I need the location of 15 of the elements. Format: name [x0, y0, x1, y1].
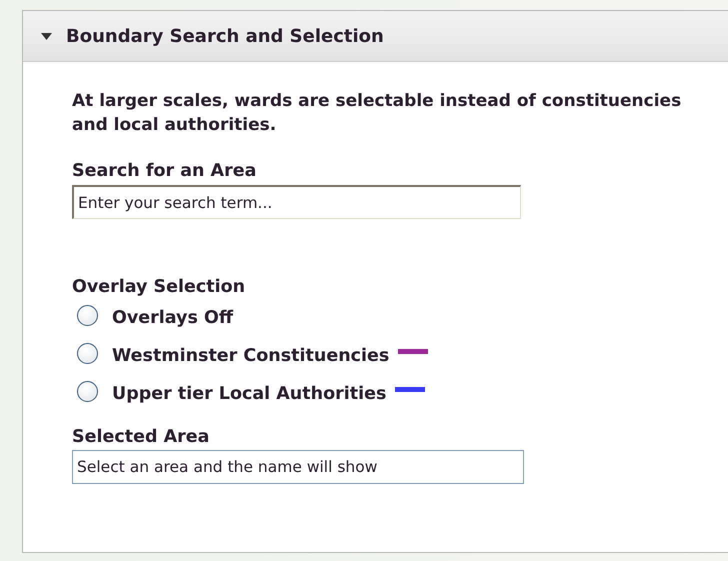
panel-header[interactable]: Boundary Search and Selection [23, 11, 728, 62]
panel-title: Boundary Search and Selection [66, 26, 384, 46]
radio-button[interactable] [77, 380, 98, 402]
selected-area-label: Selected Area [72, 427, 210, 447]
selected-area-field[interactable]: Select an area and the name will show [72, 450, 524, 484]
radio-button[interactable] [77, 342, 98, 364]
radio-label[interactable]: Westminster Constituencies [112, 346, 390, 366]
info-text: At larger scales, wards are selectable instead of constituencies and local authorities. [72, 90, 682, 137]
radio-label[interactable]: Upper tier Local Authorities [112, 384, 386, 404]
search-field[interactable]: Enter your search term... [72, 185, 521, 219]
search-label: Search for an Area [72, 161, 258, 181]
overlay-label: Overlay Selection [72, 277, 246, 297]
radio-label[interactable]: Overlays Off [112, 308, 234, 328]
radio-button[interactable] [77, 304, 98, 326]
caret-icon [41, 32, 52, 40]
